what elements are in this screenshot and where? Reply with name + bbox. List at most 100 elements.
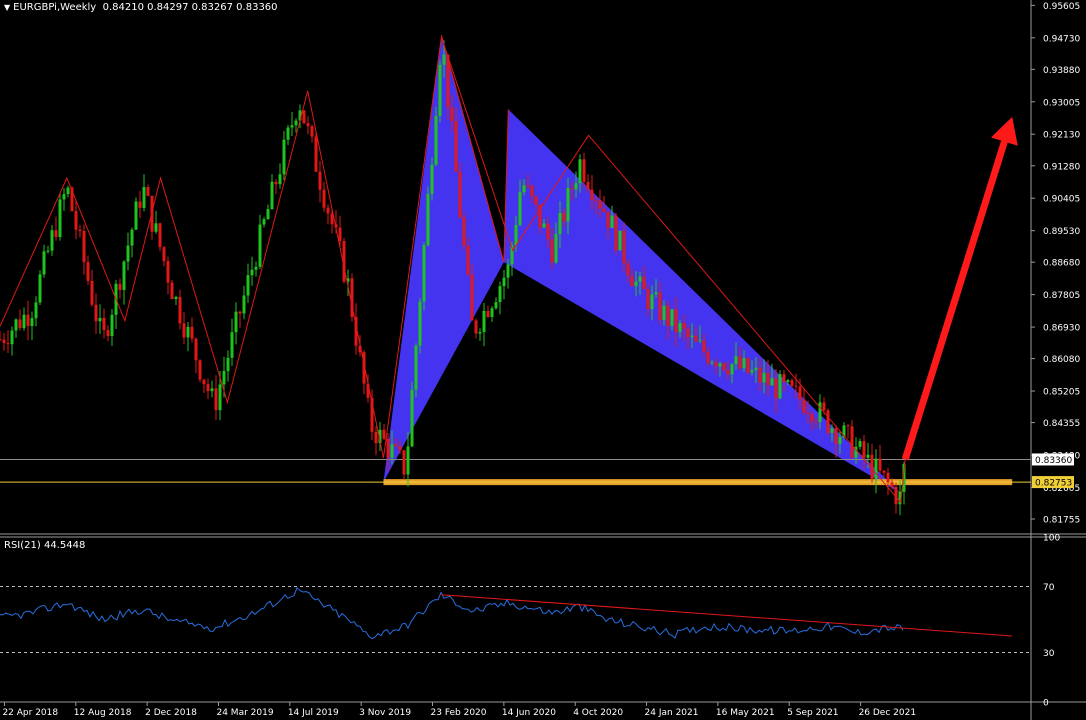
price-tick-label: 0.91280 (1043, 162, 1080, 172)
candle-body (726, 370, 730, 375)
candle-body (474, 320, 478, 334)
candle-body (138, 201, 142, 208)
candle-body (6, 343, 10, 345)
candle-body (418, 301, 422, 346)
candle-body (494, 302, 498, 309)
candle-body (322, 189, 326, 208)
date-tick-label: 3 Nov 2019 (359, 708, 411, 718)
candle-body (590, 189, 594, 200)
candle-body (306, 123, 310, 127)
candle-body (398, 446, 402, 451)
candle-body (502, 277, 506, 287)
candle-body (286, 127, 290, 140)
candle-body (654, 292, 658, 295)
candle-body (410, 389, 414, 447)
candle-body (162, 247, 166, 262)
candle-body (454, 121, 458, 172)
candle-body (82, 231, 86, 263)
trading-chart[interactable]: 0.95605 0.94730 0.93880 0.93005 0.92130 0.912… (0, 0, 1086, 720)
candle-body (2, 339, 6, 344)
candle-body (122, 261, 126, 290)
candle-body (414, 345, 418, 390)
candle-body (554, 234, 558, 263)
candle-body (338, 227, 342, 241)
candle-body (118, 283, 122, 290)
candle-body (638, 276, 642, 282)
candle-body (314, 136, 318, 172)
price-tick-label: 0.93005 (1043, 98, 1080, 108)
candle-body (666, 305, 670, 326)
candle-body (686, 328, 690, 338)
current-price-label: 0.83360 (1035, 456, 1072, 466)
candle-body (602, 208, 606, 212)
candle-body (58, 199, 62, 238)
candle-body (574, 183, 578, 190)
price-tick-label: 0.90405 (1043, 195, 1080, 205)
candle-body (186, 326, 190, 338)
candle-body (530, 185, 534, 197)
price-tick-label: 0.88680 (1043, 259, 1080, 269)
candle-body (198, 360, 202, 380)
candle-body (406, 446, 410, 475)
date-tick-label: 23 Feb 2020 (431, 708, 487, 718)
price-tick-label: 0.95605 (1043, 2, 1080, 12)
chevron-down-icon[interactable]: ▼ (4, 3, 10, 12)
candle-body (674, 309, 678, 333)
candle-body (566, 188, 570, 222)
candle-body (38, 274, 42, 303)
candle-body (546, 223, 550, 240)
candle-body (178, 296, 182, 324)
candle-body (158, 223, 162, 248)
candle-body (258, 224, 262, 267)
candle-body (834, 428, 838, 444)
candle-body (706, 351, 710, 364)
candle-body (230, 332, 234, 358)
candle-body (762, 372, 766, 383)
candle-body (326, 207, 330, 214)
candle-body (214, 388, 218, 411)
support-price-label: 0.82753 (1035, 479, 1072, 489)
candle-body (154, 223, 158, 232)
candle-body (430, 164, 434, 194)
candle-body (682, 323, 686, 329)
price-tick-label: 0.86080 (1043, 355, 1080, 365)
candle-body (206, 384, 210, 392)
candle-body (646, 289, 650, 309)
candle-body (718, 363, 722, 367)
price-tick-label: 0.87805 (1043, 291, 1080, 301)
candle-body (498, 286, 502, 303)
candle-body (490, 308, 494, 317)
candle-body (294, 120, 298, 126)
candle-body (390, 444, 394, 458)
candle-body (74, 211, 78, 230)
candle-body (166, 261, 170, 283)
candle-body (210, 388, 214, 392)
candle-body (702, 340, 706, 352)
date-tick-label: 12 Aug 2018 (74, 708, 132, 718)
candle-body (54, 230, 58, 238)
candle-body (838, 437, 842, 444)
candle-body (30, 318, 34, 327)
candle-body (634, 281, 638, 287)
rsi-tick-label: 0 (1043, 699, 1049, 709)
candle-body (694, 335, 698, 342)
candle-body (606, 211, 610, 228)
price-tick-label: 0.84355 (1043, 419, 1080, 429)
candle-body (102, 317, 106, 331)
candle-body (802, 399, 806, 413)
rsi-tick-label: 30 (1043, 649, 1055, 659)
candle-body (522, 185, 526, 193)
date-tick-label: 24 Mar 2019 (216, 708, 273, 718)
candle-body (774, 378, 778, 399)
candle-body (62, 194, 66, 200)
candle-body (886, 472, 890, 483)
candle-body (630, 275, 634, 287)
date-tick-label: 16 May 2021 (716, 708, 775, 718)
candle-body (126, 245, 130, 262)
candle-body (90, 280, 94, 305)
candle-body (770, 378, 774, 386)
candle-body (222, 371, 226, 385)
candle-body (862, 441, 866, 458)
candle-body (470, 274, 474, 321)
candle-body (558, 212, 562, 235)
